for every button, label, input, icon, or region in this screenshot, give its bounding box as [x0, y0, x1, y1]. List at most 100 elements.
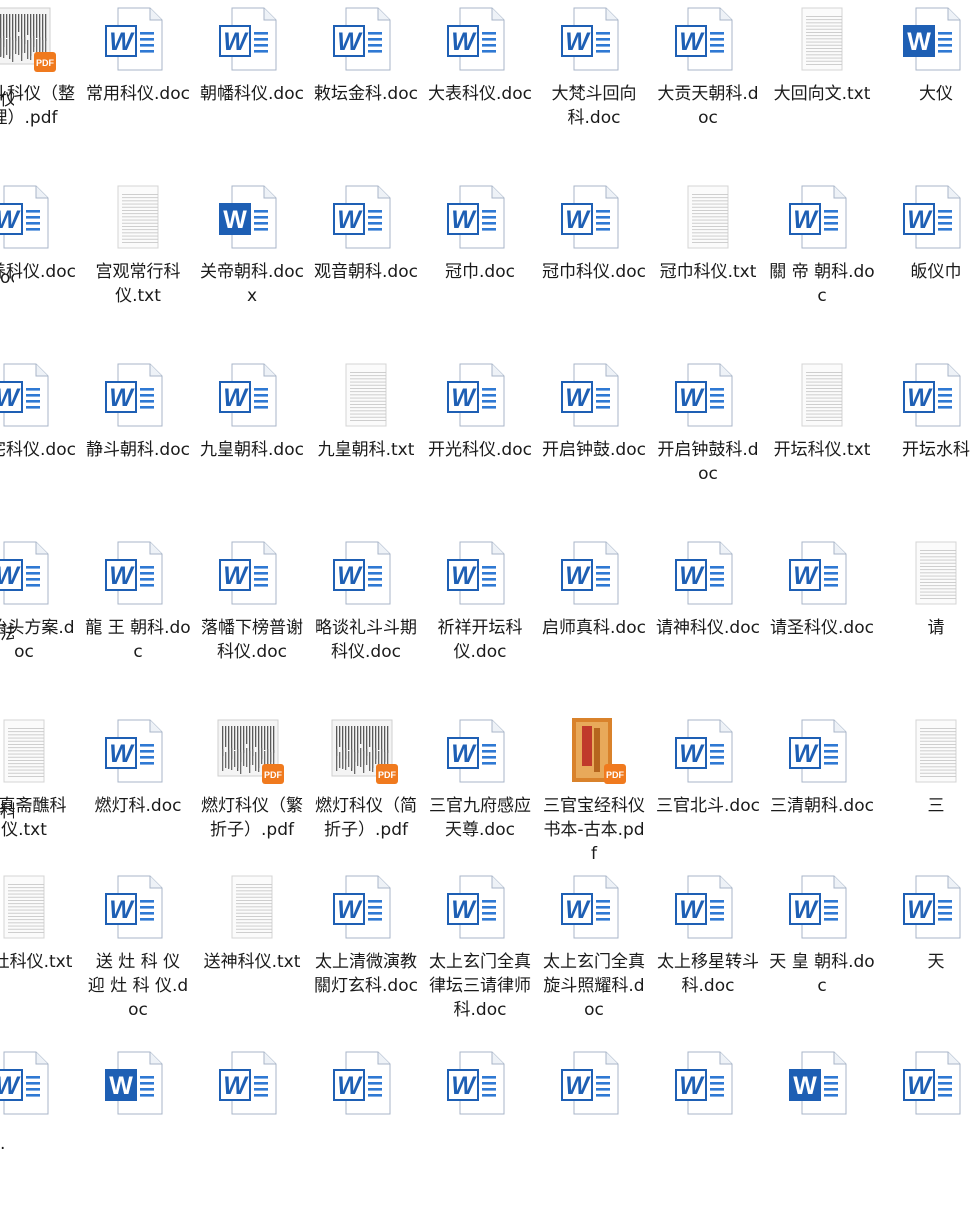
file-item[interactable]: W 太上移星转斗科.doc — [651, 874, 765, 1044]
file-item[interactable]: W 送 灶 科 仪 迎 灶 科 仪.doc — [81, 874, 195, 1044]
file-item[interactable]: W — [423, 1050, 537, 1220]
file-name-label: 开启钟鼓.doc — [542, 440, 646, 460]
file-item[interactable]: 大回向文.txt — [765, 6, 879, 176]
file-item[interactable]: W 开启钟鼓.doc — [537, 362, 651, 532]
file-item[interactable]: W 启师真科.doc — [537, 540, 651, 710]
file-item[interactable]: W 龍 王 朝科.doc — [81, 540, 195, 710]
file-item[interactable]: W 落幡下榜普谢科仪.doc — [195, 540, 309, 710]
file-item[interactable]: 九皇朝科.txt — [309, 362, 423, 532]
file-item[interactable]: 三 — [879, 718, 974, 888]
file-item[interactable]: W 常用科仪.doc — [81, 6, 195, 176]
file-item[interactable]: W 太上玄门全真律坛三请律师科.doc — [423, 874, 537, 1044]
file-item[interactable]: W 皈仪巾 — [879, 184, 974, 354]
svg-text:W: W — [565, 562, 591, 590]
txt-file-icon — [216, 874, 288, 940]
file-item[interactable]: W 开光科仪.doc — [423, 362, 537, 532]
word-doc-icon: W — [216, 6, 288, 72]
word-doc-icon: W — [558, 184, 630, 250]
file-item[interactable]: W 太上清微演教關灯玄科.doc — [309, 874, 423, 1044]
word-doc-icon: W — [558, 540, 630, 606]
file-item[interactable]: W 请神科仪.doc — [651, 540, 765, 710]
file-item[interactable]: W 观音朝科.doc — [309, 184, 423, 354]
file-name-label: 關 帝 朝科.doc — [769, 262, 875, 306]
file-item[interactable]: W — [309, 1050, 423, 1220]
file-item[interactable]: 冠巾科仪.txt — [651, 184, 765, 354]
file-item[interactable]: W 冠巾.doc — [423, 184, 537, 354]
file-item[interactable]: W 静斗朝科.doc — [81, 362, 195, 532]
file-name-label: 天 皇 朝科.doc — [769, 952, 875, 996]
file-item[interactable]: W 天 皇 朝科.doc — [765, 874, 879, 1044]
file-item[interactable]: W天 — [879, 874, 974, 1044]
txt-file-icon — [102, 184, 174, 250]
file-item[interactable]: W 净宅科仪.doc — [0, 362, 81, 532]
word-doc-icon: W — [672, 362, 744, 428]
svg-text:W: W — [223, 384, 249, 412]
word-doc-icon: W — [786, 718, 858, 784]
file-item[interactable]: W — [537, 1050, 651, 1220]
svg-text:PDF: PDF — [36, 58, 55, 68]
word-doc-icon: W — [216, 540, 288, 606]
file-name-label: 三官宝经科仪书本-古本.pdf — [543, 796, 645, 864]
file-item[interactable]: W 三官北斗.doc — [651, 718, 765, 888]
svg-text:W: W — [109, 740, 135, 768]
svg-text:W: W — [907, 206, 933, 234]
svg-text:W: W — [109, 28, 135, 56]
file-item[interactable]: W 敕坛金科.doc — [309, 6, 423, 176]
file-name-label: 送神科仪.txt — [203, 952, 301, 972]
file-item[interactable]: W 三清朝科.doc — [765, 718, 879, 888]
file-item[interactable]: W 三官九府感应天尊.doc — [423, 718, 537, 888]
file-item[interactable]: W 燃灯科.doc — [81, 718, 195, 888]
file-item[interactable]: W 關 帝 朝科.doc — [765, 184, 879, 354]
file-item[interactable]: W 关帝朝科.docx — [195, 184, 309, 354]
file-name-label: 净宅科仪.doc — [0, 440, 76, 460]
file-item[interactable]: W 大表科仪.doc — [423, 6, 537, 176]
file-item[interactable]: W — [651, 1050, 765, 1220]
svg-text:W: W — [679, 740, 705, 768]
svg-text:PDF: PDF — [378, 770, 397, 780]
word-doc-icon: W — [444, 874, 516, 940]
file-item[interactable]: W 请圣科仪.doc — [765, 540, 879, 710]
file-item[interactable]: PDF 燃灯科仪（简折子）.pdf — [309, 718, 423, 888]
word-doc-icon: W — [102, 718, 174, 784]
svg-text:W: W — [451, 896, 477, 924]
cropped-label-fragment: 科 — [0, 802, 14, 822]
word-doc-icon: W — [786, 874, 858, 940]
svg-text:W: W — [223, 1072, 249, 1100]
file-item[interactable]: W 冠巾科仪.doc — [537, 184, 651, 354]
file-item[interactable]: 祀灶科仪.txt — [0, 874, 81, 1044]
file-item[interactable]: W 祈祥开坛科仪.doc — [423, 540, 537, 710]
file-name-label: 开坛水科 — [902, 440, 970, 460]
word-doc-icon: W — [558, 362, 630, 428]
file-item[interactable]: W — [765, 1050, 879, 1220]
cropped-label-fragment: oc — [0, 268, 14, 288]
file-item[interactable]: W 大梵斗回向科.doc — [537, 6, 651, 176]
file-item[interactable]: 请 — [879, 540, 974, 710]
file-item[interactable]: W 大贡天朝科.doc — [651, 6, 765, 176]
svg-text:W: W — [337, 28, 363, 56]
file-item[interactable]: W 开启钟鼓科.doc — [651, 362, 765, 532]
file-item[interactable]: W 太上玄门全真旋斗照耀科.doc — [537, 874, 651, 1044]
file-item[interactable]: W — [879, 1050, 974, 1220]
file-item[interactable]: 开坛科仪.txt — [765, 362, 879, 532]
file-item[interactable]: W — [81, 1050, 195, 1220]
file-name-label: 燃灯科仪（繁折子）.pdf — [201, 796, 303, 840]
file-item[interactable]: W — [195, 1050, 309, 1220]
word-doc-icon: W — [102, 540, 174, 606]
word-doc-icon: W — [558, 1050, 630, 1116]
file-item[interactable]: 宫观常行科仪.txt — [81, 184, 195, 354]
file-item[interactable]: W 九皇朝科.doc — [195, 362, 309, 532]
svg-text:W: W — [565, 206, 591, 234]
file-item[interactable]: PDF 燃灯科仪（繁折子）.pdf — [195, 718, 309, 888]
word-doc-icon: W — [0, 540, 60, 606]
file-item[interactable]: W 朝幡科仪.doc — [195, 6, 309, 176]
file-item[interactable]: W 开坛水科 — [879, 362, 974, 532]
word-doc-icon: W — [672, 6, 744, 72]
file-item[interactable]: 送神科仪.txt — [195, 874, 309, 1044]
word-doc-icon: W — [900, 874, 972, 940]
file-item[interactable]: W 大仪 — [879, 6, 974, 176]
word-doc-icon: W — [102, 362, 174, 428]
svg-text:W: W — [337, 1072, 363, 1100]
file-item[interactable]: PDF 三官宝经科仪书本-古本.pdf — [537, 718, 651, 888]
word-doc-icon: W — [102, 6, 174, 72]
file-item[interactable]: W 略谈礼斗斗期科仪.doc — [309, 540, 423, 710]
